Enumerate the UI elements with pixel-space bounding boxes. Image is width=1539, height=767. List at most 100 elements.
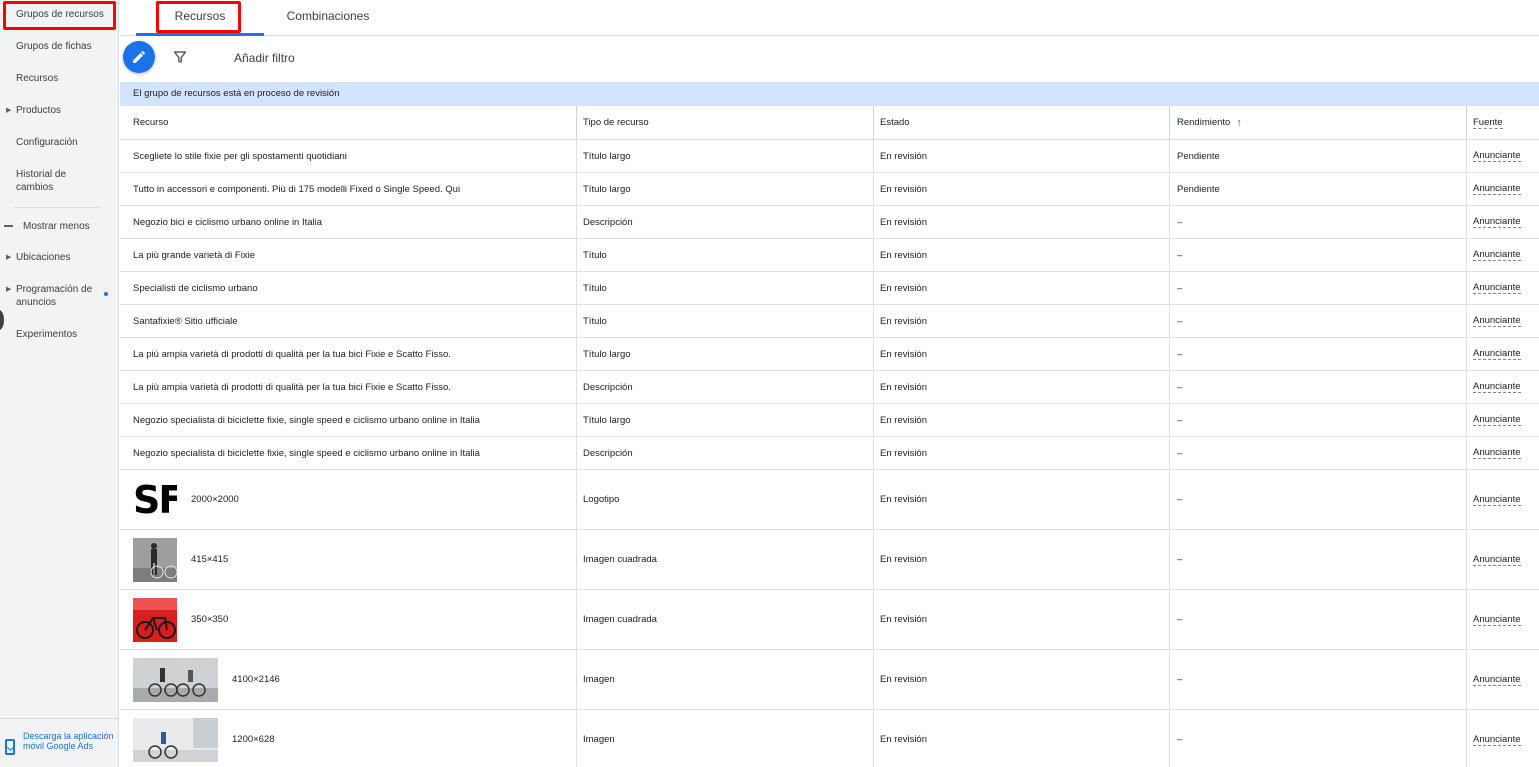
asset-source[interactable]: Anunciante bbox=[1473, 674, 1521, 686]
sidebar-divider bbox=[14, 207, 100, 208]
table-row[interactable]: La più grande varietà di Fixie Título En r… bbox=[120, 239, 1539, 272]
assets-table: Recurso Tipo de recurso Estado Rendimien… bbox=[120, 106, 1539, 767]
sidebar-item-grupos-de-fichas[interactable]: Grupos de fichas bbox=[16, 40, 111, 53]
asset-performance: – bbox=[1177, 554, 1183, 565]
asset-type: Descripción bbox=[583, 216, 633, 228]
logo-thumbnail: SF bbox=[133, 478, 177, 522]
filter-button[interactable] bbox=[172, 49, 188, 65]
table-row[interactable]: 415×415 Imagen cuadrada En revisión – An… bbox=[120, 530, 1539, 590]
sidebar-item-experimentos[interactable]: Experimentos bbox=[16, 328, 111, 341]
table-row[interactable]: SF 2000×2000 Logotipo En revisión – Anun… bbox=[120, 470, 1539, 530]
asset-source[interactable]: Anunciante bbox=[1473, 216, 1521, 228]
image-thumbnail bbox=[133, 597, 177, 642]
asset-text: Specialisti de ciclismo urbano bbox=[133, 282, 258, 294]
asset-performance: – bbox=[1177, 414, 1183, 426]
sidebar-item-grupos-de-recursos[interactable]: Grupos de recursos bbox=[16, 8, 111, 21]
asset-source[interactable]: Anunciante bbox=[1473, 150, 1521, 162]
asset-source[interactable]: Anunciante bbox=[1473, 494, 1521, 506]
asset-performance: – bbox=[1177, 381, 1183, 393]
header-recurso[interactable]: Recurso bbox=[133, 106, 573, 139]
sidebar-item-productos[interactable]: ▶ Productos bbox=[6, 104, 111, 117]
header-fuente[interactable]: Fuente bbox=[1473, 106, 1539, 139]
asset-source[interactable]: Anunciante bbox=[1473, 315, 1521, 327]
header-tipo[interactable]: Tipo de recurso bbox=[583, 106, 863, 139]
asset-source[interactable]: Anunciante bbox=[1473, 614, 1521, 626]
asset-source[interactable]: Anunciante bbox=[1473, 348, 1521, 360]
asset-source[interactable]: Anunciante bbox=[1473, 282, 1521, 294]
caret-right-icon: ▶ bbox=[6, 254, 12, 261]
sort-arrow-up-icon: ↑ bbox=[1236, 116, 1242, 129]
show-less-button[interactable]: Mostrar menos bbox=[23, 220, 118, 233]
asset-type: Título bbox=[583, 249, 607, 261]
asset-source[interactable]: Anunciante bbox=[1473, 249, 1521, 261]
asset-performance: Pendiente bbox=[1177, 150, 1220, 162]
asset-source[interactable]: Anunciante bbox=[1473, 734, 1521, 746]
collapse-handle[interactable] bbox=[0, 310, 4, 330]
asset-performance: – bbox=[1177, 216, 1183, 228]
caret-right-icon: ▶ bbox=[6, 286, 12, 293]
sidebar-item-historial[interactable]: Historial de cambios bbox=[16, 168, 96, 194]
asset-status: En revisión bbox=[880, 414, 927, 426]
asset-performance: – bbox=[1177, 674, 1183, 685]
toolbar: Añadir filtro bbox=[120, 37, 1539, 81]
asset-type: Imagen bbox=[583, 734, 615, 745]
asset-performance: – bbox=[1177, 614, 1183, 625]
asset-performance: – bbox=[1177, 494, 1183, 505]
asset-performance: – bbox=[1177, 315, 1183, 327]
asset-source[interactable]: Anunciante bbox=[1473, 414, 1521, 426]
table-row[interactable]: Specialisti de ciclismo urbano Título En r… bbox=[120, 272, 1539, 305]
asset-text: Scegliete lo stile fixie per gli spostam… bbox=[133, 150, 347, 162]
phone-download-icon bbox=[5, 739, 15, 755]
asset-type: Descripción bbox=[583, 381, 633, 393]
table-row[interactable]: La più ampia varietà di prodotti di qual… bbox=[120, 338, 1539, 371]
table-row[interactable]: Scegliete lo stile fixie per gli spostam… bbox=[120, 140, 1539, 173]
table-row[interactable]: Negozio bici e ciclismo urbano online in… bbox=[120, 206, 1539, 239]
asset-text: La più grande varietà di Fixie bbox=[133, 249, 255, 261]
asset-status: En revisión bbox=[880, 614, 927, 625]
tab-combinaciones[interactable]: Combinaciones bbox=[264, 0, 392, 36]
add-filter-button[interactable]: Añadir filtro bbox=[234, 51, 295, 65]
image-dimensions: 4100×2146 bbox=[232, 674, 280, 685]
table-row[interactable]: Santafixie® Sitio ufficiale Título En revi… bbox=[120, 305, 1539, 338]
table-row[interactable]: 350×350 Imagen cuadrada En revisión – An… bbox=[120, 590, 1539, 650]
sidebar-item-recursos[interactable]: Recursos bbox=[16, 72, 111, 85]
table-row[interactable]: Tutto in accessori e componenti. Più di … bbox=[120, 173, 1539, 206]
table-row[interactable]: 1200×628 Imagen En revisión – Anunciante bbox=[120, 710, 1539, 767]
asset-type: Imagen cuadrada bbox=[583, 554, 657, 565]
tab-recursos[interactable]: Recursos bbox=[136, 0, 264, 36]
minus-icon bbox=[4, 225, 13, 227]
asset-status: En revisión bbox=[880, 282, 927, 294]
table-row[interactable]: Negozio specialista di biciclette fixie,… bbox=[120, 404, 1539, 437]
sidebar-item-programacion[interactable]: ▶ Programación de anuncios bbox=[6, 283, 101, 309]
asset-status: En revisión bbox=[880, 554, 927, 565]
asset-type: Logotipo bbox=[583, 494, 620, 505]
sidebar-item-ubicaciones[interactable]: ▶ Ubicaciones bbox=[6, 251, 111, 264]
asset-source[interactable]: Anunciante bbox=[1473, 447, 1521, 459]
table-row[interactable]: Negozio specialista di biciclette fixie,… bbox=[120, 437, 1539, 470]
asset-source[interactable]: Anunciante bbox=[1473, 381, 1521, 393]
asset-text: Negozio specialista di biciclette fixie,… bbox=[133, 414, 480, 426]
header-rendimiento-label: Rendimiento bbox=[1177, 117, 1231, 128]
asset-performance: – bbox=[1177, 348, 1183, 360]
sidebar-item-label: Ubicaciones bbox=[16, 252, 71, 263]
asset-source[interactable]: Anunciante bbox=[1473, 183, 1521, 195]
asset-source[interactable]: Anunciante bbox=[1473, 554, 1521, 566]
asset-status: En revisión bbox=[880, 183, 927, 195]
asset-text: Negozio specialista di biciclette fixie,… bbox=[133, 447, 480, 459]
header-estado[interactable]: Estado bbox=[880, 106, 1160, 139]
image-dimensions: 2000×2000 bbox=[191, 494, 239, 505]
asset-status: En revisión bbox=[880, 150, 927, 162]
sidebar-item-configuracion[interactable]: Configuración bbox=[16, 136, 111, 149]
image-dimensions: 415×415 bbox=[191, 554, 229, 565]
table-row[interactable]: La più ampia varietà di prodotti di qual… bbox=[120, 371, 1539, 404]
sidebar-item-label: Productos bbox=[16, 105, 62, 116]
download-app-label: Descarga la aplicación móvil Google Ads bbox=[23, 731, 114, 751]
asset-type: Título largo bbox=[583, 348, 631, 360]
edit-button[interactable] bbox=[123, 41, 155, 73]
table-row[interactable]: 4100×2146 Imagen En revisión – Anunciant… bbox=[120, 650, 1539, 710]
header-fuente-label: Fuente bbox=[1473, 116, 1503, 129]
asset-type: Título bbox=[583, 315, 607, 327]
download-app-link[interactable]: Descarga la aplicación móvil Google Ads bbox=[0, 718, 119, 767]
logo-text: SF bbox=[133, 477, 177, 522]
header-rendimiento[interactable]: Rendimiento ↑ bbox=[1177, 106, 1457, 139]
